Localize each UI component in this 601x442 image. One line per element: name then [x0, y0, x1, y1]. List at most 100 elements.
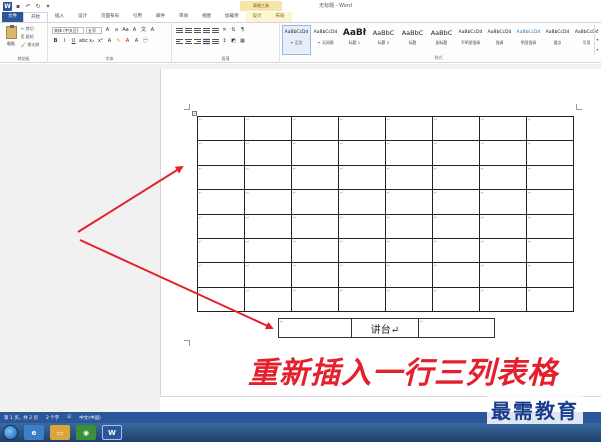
folder-icon[interactable]: ▭ [50, 425, 70, 440]
clear-format-button[interactable]: A [131, 27, 138, 34]
table-cell[interactable]: ↵ [197, 286, 245, 313]
table-cell[interactable]: ↵ [197, 262, 245, 288]
table-cell[interactable]: ↵ [197, 237, 245, 264]
table-cell[interactable]: ↵ [291, 262, 339, 288]
table-cell[interactable]: ↵ [385, 189, 433, 215]
word-taskbar-icon[interactable]: W [102, 425, 122, 440]
subscript-button[interactable]: x₂ [88, 38, 95, 45]
grow-font-button[interactable]: A [104, 27, 111, 34]
style-subtitle[interactable]: AaBbC 副标题 [427, 25, 456, 55]
app-icon[interactable]: ◉ [76, 425, 96, 440]
table-cell[interactable]: ↵ [244, 286, 292, 313]
tab-page-layout[interactable]: 页面布局 [94, 12, 126, 22]
table-cell[interactable]: ↵ [197, 140, 245, 166]
proofing-icon[interactable]: ☑ [67, 415, 71, 420]
table-cell[interactable]: ↵ [338, 164, 386, 191]
main-table[interactable]: ↵ ↵ ↵ ↵ ↵ ↵ ↵ ↵ ↵ ↵ ↵ ↵ ↵ ↵ ↵ ↵ ↵ ↵ ↵ ↵ ↵ ↵ ↵ ↵ ↵ ↵ ↵ ↵ ↵ ↵ ↵ ↵ ↵ ↵ ↵ ↵ ↵ ↵ ↵ ↵… [197, 115, 574, 313]
language-status[interactable]: 中文(中国) [79, 415, 101, 421]
start-button[interactable] [3, 425, 18, 440]
table-cell[interactable]: ↵ [479, 140, 527, 166]
undo-icon[interactable]: ↶ [24, 3, 32, 10]
highlight-button[interactable]: ✎ [115, 38, 122, 45]
table-cell[interactable]: ↵ [479, 213, 527, 239]
table-cell[interactable]: ↵ [432, 213, 480, 239]
tab-references[interactable]: 引用 [126, 12, 149, 22]
numbering-icon[interactable] [185, 27, 192, 34]
style-title[interactable]: AaBbC 标题 [398, 25, 427, 55]
char-shading-button[interactable]: A [133, 38, 140, 45]
table-cell[interactable]: ↵ [526, 140, 574, 166]
table-cell[interactable]: ↵ [197, 164, 245, 191]
strikethrough-button[interactable]: abc [79, 38, 88, 45]
table-cell[interactable]: ↵ [418, 318, 495, 338]
shrink-font-button[interactable]: a [113, 27, 120, 34]
style-heading-2[interactable]: AaBbC 标题 2 [369, 25, 398, 55]
style-normal[interactable]: AaBbCcDd ↵ 正文 [282, 25, 311, 55]
distributed-icon[interactable] [212, 38, 219, 45]
table-cell[interactable]: ↵ [479, 115, 527, 142]
asian-layout-icon[interactable]: ✕ [221, 27, 228, 34]
qat-dropdown-icon[interactable]: ▾ [44, 3, 52, 10]
table-cell[interactable]: ↵ [526, 237, 574, 264]
table-cell[interactable]: ↵ [291, 237, 339, 264]
table-cell[interactable]: ↵ [432, 262, 480, 288]
multilevel-list-icon[interactable] [194, 27, 201, 34]
format-painter-button[interactable]: 🖌 格式刷 [21, 42, 39, 48]
table-cell[interactable]: ↵ [432, 115, 480, 142]
table-cell[interactable]: ↵ [197, 189, 245, 215]
change-case-button[interactable]: Aa [122, 27, 129, 34]
align-center-icon[interactable] [185, 38, 192, 45]
table-cell[interactable]: ↵ [291, 115, 339, 142]
align-right-icon[interactable] [194, 38, 201, 45]
borders-icon[interactable]: ▦ [239, 38, 246, 45]
table-cell[interactable]: ↵ [278, 318, 352, 338]
table-cell[interactable]: ↵ [244, 237, 292, 264]
decrease-indent-icon[interactable] [203, 27, 210, 34]
bold-button[interactable]: B [52, 38, 59, 45]
align-left-icon[interactable] [176, 38, 183, 45]
table-cell[interactable]: ↵ [338, 286, 386, 313]
tab-home[interactable]: 开始 [23, 12, 48, 22]
table-cell[interactable]: ↵ [385, 262, 433, 288]
style-subtle-emphasis[interactable]: AaBbCcDd 不明显强调 [456, 25, 485, 55]
font-size-select[interactable]: 五号 [86, 27, 102, 34]
tab-addins[interactable]: 加载项 [218, 12, 246, 22]
table-cell[interactable]: ↵ [338, 262, 386, 288]
cut-button[interactable]: ✂ 剪切 [21, 26, 34, 32]
increase-indent-icon[interactable] [212, 27, 219, 34]
table-cell[interactable]: ↵ [432, 189, 480, 215]
table-cell[interactable]: ↵ [432, 237, 480, 264]
shading-icon[interactable]: ◩ [230, 38, 237, 45]
table-cell[interactable]: ↵ [526, 189, 574, 215]
table-cell[interactable]: ↵ [244, 213, 292, 239]
word-count[interactable]: 2 个字 [46, 415, 59, 421]
table-cell[interactable]: ↵ [479, 164, 527, 191]
table-cell[interactable]: ↵ [291, 140, 339, 166]
table-cell[interactable]: ↵ [385, 164, 433, 191]
table-cell[interactable]: ↵ [338, 140, 386, 166]
table-cell[interactable]: ↵ [479, 237, 527, 264]
line-spacing-icon[interactable]: ↕ [221, 38, 228, 45]
char-border-button[interactable]: A [149, 27, 156, 34]
tab-review[interactable]: 审阅 [172, 12, 195, 22]
table-cell[interactable]: ↵ [197, 115, 245, 142]
table-cell[interactable]: ↵ [291, 189, 339, 215]
style-heading-1[interactable]: AaBł 标题 1 [340, 25, 369, 55]
tab-file[interactable]: 文件 [2, 12, 23, 22]
table-cell[interactable]: ↵ [244, 262, 292, 288]
table-cell[interactable]: ↵ [291, 213, 339, 239]
style-intense-emphasis[interactable]: AaBbCcDd 明显强调 [514, 25, 543, 55]
show-marks-icon[interactable]: ¶ [239, 27, 246, 34]
redo-icon[interactable]: ↻ [34, 3, 42, 10]
tab-insert[interactable]: 插入 [48, 12, 71, 22]
style-emphasis[interactable]: AaBbCcDd 强调 [485, 25, 514, 55]
table-cell[interactable]: ↵ [244, 115, 292, 142]
table-cell[interactable]: ↵ [244, 189, 292, 215]
sort-icon[interactable]: ⇅ [230, 27, 237, 34]
phonetic-button[interactable]: 文 [140, 27, 147, 34]
tab-table-layout[interactable]: 布局 [268, 12, 292, 22]
styles-gallery-scroll[interactable]: ▴ ▾ ▾ [594, 25, 600, 55]
superscript-button[interactable]: x² [97, 38, 104, 45]
italic-button[interactable]: I [61, 38, 68, 45]
table-cell[interactable]: ↵ [479, 286, 527, 313]
